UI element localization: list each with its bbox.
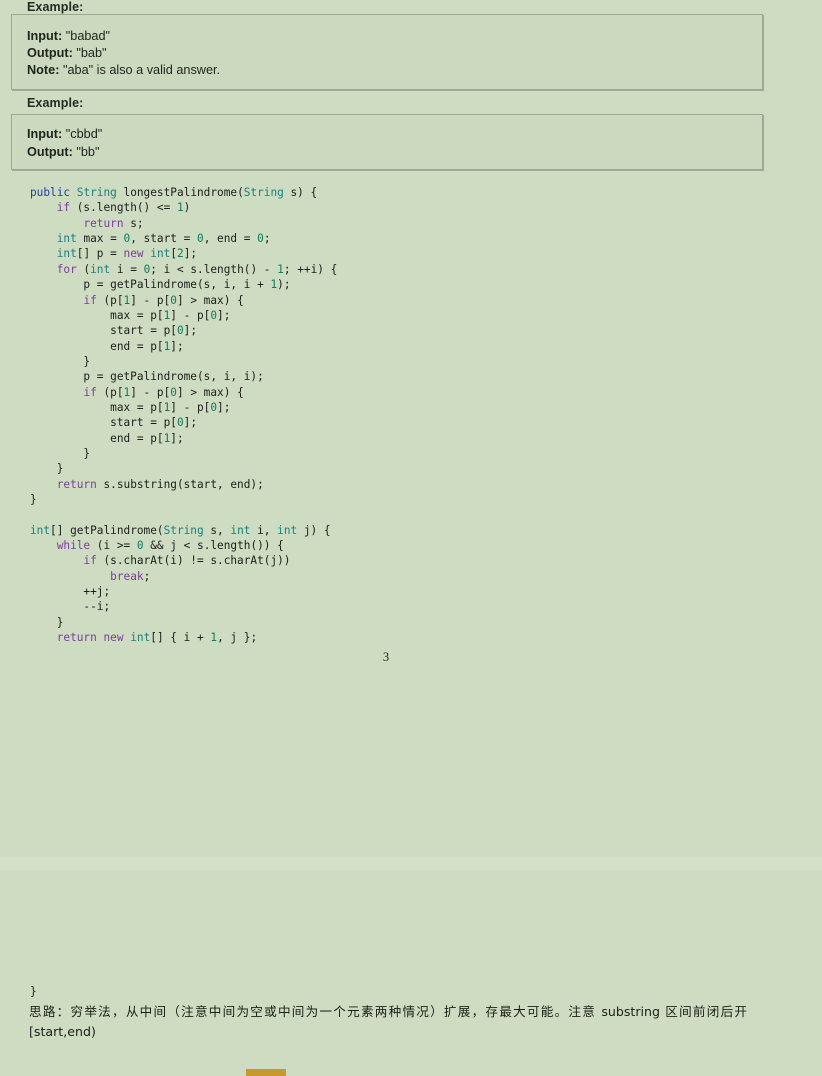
code-closing-brace: } bbox=[30, 985, 37, 998]
example-1-output-line: Output: "bab" bbox=[27, 46, 107, 61]
java-code-block: public String longestPalindrome(String s… bbox=[30, 186, 338, 645]
example-2-output-value: "bb" bbox=[72, 145, 100, 159]
example-2-input-value: "cbbd" bbox=[62, 127, 103, 141]
example-2-output-line: Output: "bb" bbox=[27, 145, 99, 160]
example-box-2 bbox=[11, 114, 763, 170]
example-1-output-label: Output: bbox=[27, 46, 73, 60]
example-heading-2: Example: bbox=[27, 96, 84, 110]
page-surface-bottom bbox=[0, 870, 822, 1076]
chinese-explanation-note: 思路：穷举法，从中间（注意中间为空或中间为一个元素两种情况）扩展，存最大可能。注… bbox=[29, 1004, 747, 1039]
example-heading-1: Example: bbox=[27, 0, 84, 14]
example-1-note-line: Note: "aba" is also a valid answer. bbox=[27, 63, 220, 78]
example-1-note-value: "aba" is also a valid answer. bbox=[59, 63, 221, 77]
example-1-input-value: "babad" bbox=[62, 29, 111, 43]
page-number: 3 bbox=[382, 650, 390, 664]
example-1-input-line: Input: "babad" bbox=[27, 29, 110, 44]
page-separator-band bbox=[0, 857, 822, 870]
bottom-accent-bar bbox=[246, 1069, 286, 1076]
example-1-input-label: Input: bbox=[27, 29, 63, 43]
example-box-1 bbox=[11, 14, 763, 90]
example-2-input-line: Input: "cbbd" bbox=[27, 127, 102, 142]
example-2-input-label: Input: bbox=[27, 127, 63, 141]
example-1-output-value: "bab" bbox=[72, 46, 107, 60]
example-2-output-label: Output: bbox=[27, 145, 73, 159]
example-1-note-label: Note: bbox=[27, 63, 60, 77]
